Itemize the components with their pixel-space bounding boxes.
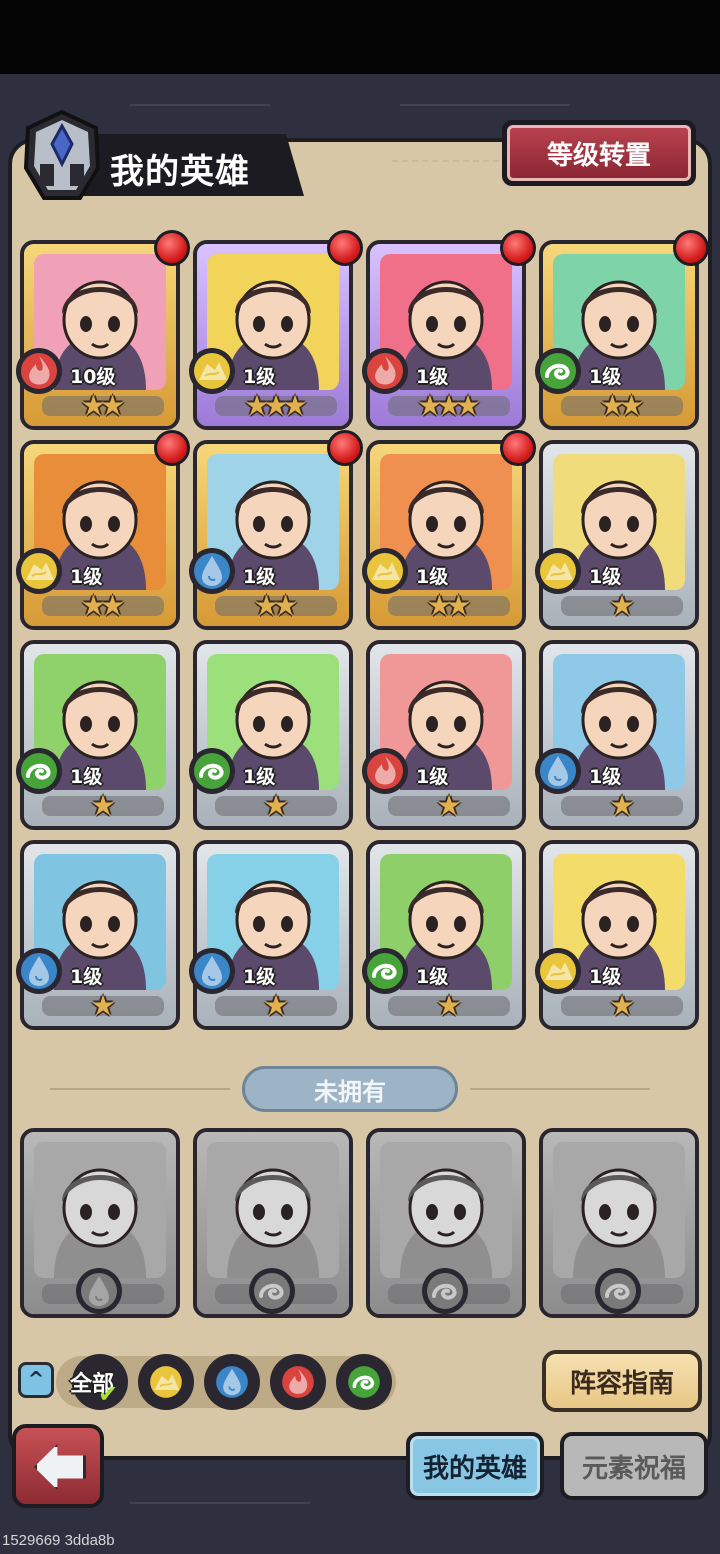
filter-water[interactable] xyxy=(204,1354,260,1410)
divider-line-left xyxy=(50,1088,230,1090)
hero-card[interactable]: 1级 ★★★ xyxy=(366,240,526,430)
wind-element-icon xyxy=(420,1266,470,1316)
hero-portrait xyxy=(553,1142,685,1278)
hero-card[interactable]: 1级 ★ xyxy=(20,640,180,830)
hero-level: 1级 xyxy=(589,366,622,388)
unowned-divider: 未拥有 xyxy=(30,1066,690,1112)
water-element-icon xyxy=(74,1266,124,1316)
hero-card[interactable]: 1级 ★ xyxy=(193,840,353,1030)
hero-card[interactable]: 1级 ★★ xyxy=(366,440,526,630)
hero-portrait xyxy=(34,1142,166,1278)
level-transfer-label: 等级转置 xyxy=(507,125,691,181)
hero-level: 1级 xyxy=(70,766,103,788)
water-element-icon xyxy=(187,546,237,596)
hero-level: 1级 xyxy=(416,566,449,588)
new-badge-icon xyxy=(154,430,190,466)
filter-fire[interactable] xyxy=(270,1354,326,1410)
hero-portrait xyxy=(380,1142,512,1278)
hero-level: 1级 xyxy=(416,966,449,988)
hero-card[interactable]: 10级 ★★ xyxy=(20,240,180,430)
hero-level: 1级 xyxy=(243,566,276,588)
hero-card[interactable]: 1级 ★ xyxy=(366,640,526,830)
fire-element-icon xyxy=(14,346,64,396)
hero-helmet-icon xyxy=(23,109,101,200)
tab-element-blessing[interactable]: 元素祝福 xyxy=(560,1432,708,1500)
hero-card[interactable]: 1级 ★★ xyxy=(20,440,180,630)
hero-card[interactable]: 1级 ★★ xyxy=(539,240,699,430)
earth-element-icon xyxy=(360,546,410,596)
new-badge-icon xyxy=(500,430,536,466)
new-badge-icon xyxy=(327,430,363,466)
level-transfer-button[interactable]: 等级转置 xyxy=(502,120,696,186)
hero-portrait xyxy=(207,1142,339,1278)
wind-element-icon xyxy=(187,746,237,796)
wind-element-icon xyxy=(533,346,583,396)
wind-element-icon xyxy=(593,1266,643,1316)
hero-level: 1级 xyxy=(243,766,276,788)
back-button[interactable] xyxy=(12,1424,104,1508)
page-title: 我的英雄 xyxy=(110,152,250,192)
wind-element-icon xyxy=(14,746,64,796)
hero-level: 1级 xyxy=(589,566,622,588)
fire-element-icon xyxy=(360,746,410,796)
filter-earth[interactable] xyxy=(138,1354,194,1410)
hero-level: 1级 xyxy=(589,766,622,788)
filter-wind[interactable] xyxy=(336,1354,392,1410)
earth-element-icon xyxy=(533,546,583,596)
hero-level: 1级 xyxy=(70,966,103,988)
hero-card[interactable]: 1级 ★ xyxy=(539,640,699,830)
wind-element-icon xyxy=(360,946,410,996)
hero-card[interactable]: 1级 ★ xyxy=(20,840,180,1030)
hero-level: 1级 xyxy=(70,566,103,588)
hero-card[interactable]: 1级 ★ xyxy=(539,840,699,1030)
hero-level: 1级 xyxy=(416,366,449,388)
tab-my-heroes[interactable]: 我的英雄 xyxy=(406,1432,544,1500)
back-arrow-icon xyxy=(34,1444,86,1490)
collapse-filter-button[interactable]: ^ xyxy=(18,1362,54,1398)
unowned-label: 未拥有 xyxy=(242,1066,458,1112)
new-badge-icon xyxy=(673,230,709,266)
hero-level: 1级 xyxy=(589,966,622,988)
new-badge-icon xyxy=(154,230,190,266)
earth-element-icon xyxy=(187,346,237,396)
hero-level: 1级 xyxy=(243,966,276,988)
wind-element-icon xyxy=(247,1266,297,1316)
status-bar xyxy=(0,0,720,74)
fire-element-icon xyxy=(360,346,410,396)
hero-level: 1级 xyxy=(416,766,449,788)
hero-card[interactable]: 1级 ★★ xyxy=(193,440,353,630)
page-header: 我的英雄 xyxy=(18,108,304,200)
earth-element-icon xyxy=(14,546,64,596)
hero-level: 10级 xyxy=(70,366,116,388)
hero-card[interactable]: 1级 ★★★ xyxy=(193,240,353,430)
hero-card[interactable]: 1级 ★ xyxy=(193,640,353,830)
water-element-icon xyxy=(14,946,64,996)
water-element-icon xyxy=(187,946,237,996)
selected-check-icon: ✔ xyxy=(98,1380,119,1408)
footer-id-text: 1529669 3dda8b xyxy=(0,1528,720,1554)
earth-element-icon xyxy=(533,946,583,996)
hero-card[interactable]: 1级 ★ xyxy=(366,840,526,1030)
new-badge-icon xyxy=(327,230,363,266)
water-element-icon xyxy=(533,746,583,796)
lineup-guide-button[interactable]: 阵容指南 xyxy=(542,1350,702,1412)
divider-line-right xyxy=(470,1088,650,1090)
hero-card[interactable]: 1级 ★ xyxy=(539,440,699,630)
new-badge-icon xyxy=(500,230,536,266)
hero-level: 1级 xyxy=(243,366,276,388)
